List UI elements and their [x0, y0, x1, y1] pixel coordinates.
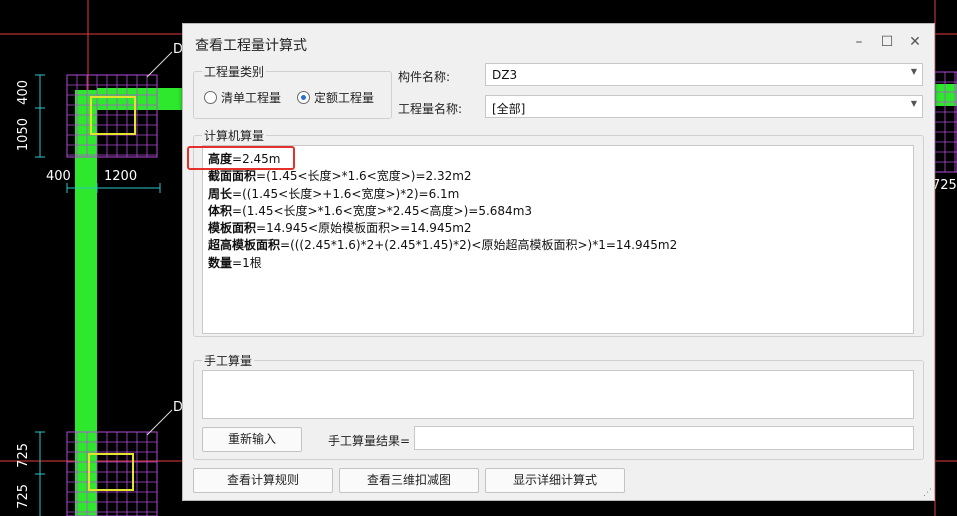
calc-line: 截面面积=(1.45<长度>*1.6<宽度>)=2.32m2 [208, 169, 472, 184]
quantity-name-select[interactable]: [全部] ▼ [485, 95, 923, 118]
view-rules-button[interactable]: 查看计算规则 [193, 468, 333, 493]
quantity-name-value: [全部] [492, 102, 526, 116]
close-icon[interactable]: ✕ [906, 33, 924, 51]
radio-label: 清单工程量 [221, 91, 282, 105]
manual-calc-textarea[interactable] [202, 370, 914, 419]
height-highlight-box [187, 146, 295, 170]
calc-line: 周长=((1.45<长度>+1.6<宽度>)*2)=6.1m [208, 186, 460, 201]
radio-norm-quantity[interactable]: 定额工程量 [297, 89, 374, 106]
component-name-value: DZ3 [492, 68, 518, 82]
quantity-formula-dialog: 查看工程量计算式 – ☐ ✕ 工程量类别 清单工程量 定额工程量 构件名称: D… [182, 23, 935, 501]
cad-dim-label: 725 [16, 484, 31, 509]
dialog-titlebar[interactable]: 查看工程量计算式 – ☐ ✕ [183, 24, 934, 60]
radio-label: 定额工程量 [314, 91, 375, 105]
radio-button-selected-icon[interactable] [297, 91, 310, 104]
cad-dim-label: 725 [16, 443, 31, 468]
dialog-title: 查看工程量计算式 [195, 38, 307, 54]
quantity-name-label: 工程量名称: [398, 102, 463, 116]
manual-result-label: 手工算量结果= [328, 434, 411, 448]
calc-line: 数量=1根 [208, 255, 262, 270]
dropdown-arrow-icon[interactable]: ▼ [911, 67, 917, 76]
cad-dim-label: 400 [16, 80, 31, 105]
cad-dim-label: 1200 [104, 169, 138, 184]
quantity-type-label: 工程量类别 [202, 63, 267, 80]
cad-dim-label: 1050 [16, 118, 31, 152]
component-name-select[interactable]: DZ3 ▼ [485, 63, 923, 86]
minimize-icon[interactable]: – [850, 33, 868, 51]
manual-result-input[interactable] [414, 426, 914, 450]
maximize-icon[interactable]: ☐ [878, 33, 896, 51]
radio-button-icon[interactable] [204, 91, 217, 104]
quantity-type-group: 工程量类别 清单工程量 定额工程量 [193, 63, 392, 119]
computer-calc-label: 计算机算量 [202, 127, 267, 144]
manual-calc-label: 手工算量 [202, 352, 255, 369]
component-name-label: 构件名称: [398, 70, 451, 84]
dropdown-arrow-icon[interactable]: ▼ [911, 99, 917, 108]
computer-calc-textarea[interactable]: 高度=2.45m 截面面积=(1.45<长度>*1.6<宽度>)=2.32m2 … [202, 145, 914, 334]
view-3d-deduction-button[interactable]: 查看三维扣减图 [339, 468, 479, 493]
reset-input-button[interactable]: 重新输入 [202, 427, 302, 452]
calc-line: 超高模板面积=(((2.45*1.6)*2+(2.45*1.45)*2)<原始超… [208, 238, 678, 253]
cad-dim-label: 725 [932, 178, 957, 193]
calc-line: 模板面积=14.945<原始模板面积>=14.945m2 [208, 221, 472, 236]
cad-dim-label: 400 [46, 169, 71, 184]
calc-line: 体积=(1.45<长度>*1.6<宽度>*2.45<高度>)=5.684m3 [208, 203, 533, 218]
show-detail-formula-button[interactable]: 显示详细计算式 [485, 468, 625, 493]
radio-bill-quantity[interactable]: 清单工程量 [204, 89, 281, 106]
resize-grip-icon[interactable]: ⋰ [923, 488, 932, 498]
